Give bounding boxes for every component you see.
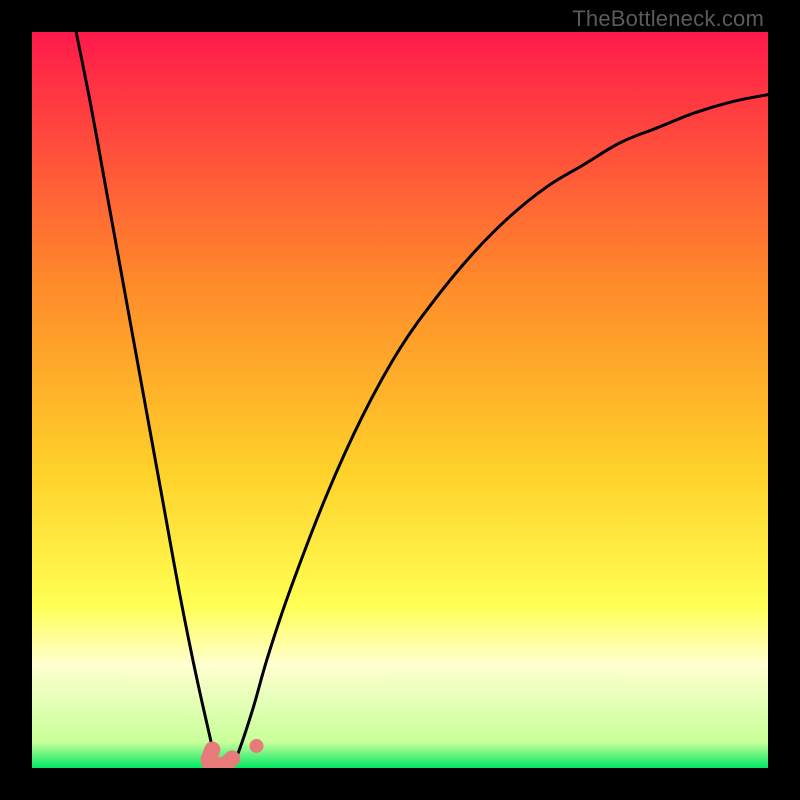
watermark-text: TheBottleneck.com [572,6,764,32]
gradient-background [32,32,768,768]
chart-svg [32,32,768,768]
plot-area [32,32,768,768]
marker-dot [249,739,263,753]
